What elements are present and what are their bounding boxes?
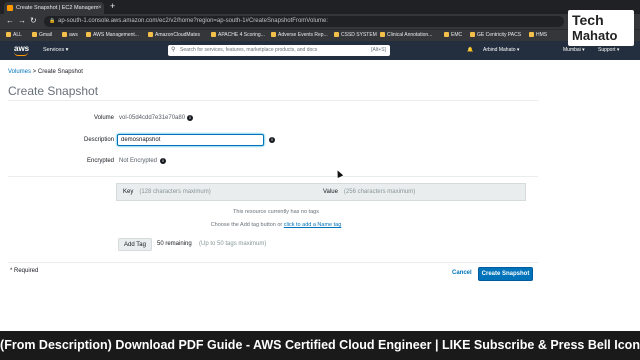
add-tag-hint: Choose the Add tag button or click to ad… bbox=[210, 222, 342, 228]
bookmark-item[interactable]: Gmail bbox=[32, 32, 52, 38]
tags-table-header: Key (128 characters maximum) Value (256 ch… bbox=[116, 183, 526, 201]
search-shortcut: [Alt+S] bbox=[371, 47, 386, 53]
bookmark-icon bbox=[380, 32, 385, 38]
user-menu[interactable]: Arbind Mahato ▾ bbox=[483, 47, 519, 53]
lock-icon: 🔒 bbox=[49, 18, 56, 24]
forward-icon[interactable]: → bbox=[18, 16, 26, 25]
bookmark-item[interactable]: Clinical Annotation... bbox=[380, 32, 432, 38]
bookmark-item[interactable]: AWS Management... bbox=[86, 32, 139, 38]
close-tab-icon[interactable]: × bbox=[98, 2, 102, 14]
breadcrumb-separator: > bbox=[31, 69, 38, 75]
breadcrumb-current: Create Snapshot bbox=[37, 69, 83, 75]
add-name-tag-link[interactable]: click to add a Name tag bbox=[284, 222, 341, 228]
folder-icon bbox=[148, 32, 153, 38]
breadcrumb-volumes-link[interactable]: Volumes bbox=[8, 69, 31, 75]
bookmark-item[interactable]: GE Centricity PACS bbox=[470, 32, 521, 38]
breadcrumb: Volumes > Create Snapshot bbox=[8, 69, 83, 75]
bookmark-item[interactable]: Adverse Events Rep... bbox=[271, 32, 328, 38]
divider bbox=[8, 176, 538, 177]
aws-top-nav: aws Services ▾ ⚲ Search for services, fe… bbox=[0, 41, 640, 60]
bookmark-icon bbox=[470, 32, 475, 38]
encrypted-info-icon[interactable]: i bbox=[160, 158, 166, 164]
promo-banner: (From Description) Download PDF Guide - … bbox=[0, 331, 640, 360]
bookmark-item[interactable]: CSSD SYSTEM bbox=[334, 32, 377, 38]
add-tag-button[interactable]: Add Tag bbox=[118, 238, 152, 251]
volume-value: vol-05d4cdd7e31e70a80 bbox=[119, 115, 186, 121]
browser-tab-bar: Create Snapshot | EC2 Managem × + bbox=[0, 0, 640, 14]
reload-icon[interactable]: ↻ bbox=[30, 16, 37, 25]
cancel-button[interactable]: Cancel bbox=[452, 270, 472, 276]
tags-limit: (Up to 50 tags maximum) bbox=[199, 241, 267, 247]
region-menu[interactable]: Mumbai ▾ bbox=[563, 47, 585, 53]
gmail-icon bbox=[32, 32, 37, 38]
volume-label: Volume bbox=[93, 115, 114, 121]
bookmark-item[interactable]: EMC bbox=[444, 32, 462, 38]
description-input[interactable] bbox=[117, 134, 264, 146]
bookmark-icon bbox=[529, 32, 534, 38]
back-icon[interactable]: ← bbox=[6, 16, 14, 25]
tag-value-header: Value (256 characters maximum) bbox=[323, 189, 416, 195]
bookmark-icon bbox=[334, 32, 339, 38]
volume-info-icon[interactable]: i bbox=[187, 115, 193, 121]
create-snapshot-button[interactable]: Create Snapshot bbox=[478, 267, 533, 281]
required-note: * Required bbox=[10, 268, 39, 274]
search-icon: ⚲ bbox=[171, 47, 176, 53]
bookmark-item[interactable]: aws bbox=[62, 32, 78, 38]
tag-key-header: Key (128 characters maximum) bbox=[123, 189, 211, 195]
support-menu[interactable]: Support ▾ bbox=[598, 47, 619, 53]
tab-title: Create Snapshot | EC2 Managem bbox=[16, 5, 99, 11]
search-placeholder: Search for services, features, marketpla… bbox=[180, 47, 318, 53]
bookmark-icon bbox=[6, 32, 11, 38]
aws-smile-icon bbox=[14, 52, 28, 56]
bookmark-item[interactable]: HMS bbox=[529, 32, 547, 38]
notifications-icon[interactable]: 🔔 bbox=[467, 47, 473, 53]
bookmark-icon bbox=[211, 32, 216, 38]
encrypted-value: Not Encrypted bbox=[119, 158, 158, 164]
description-label: Description bbox=[83, 137, 114, 143]
bookmark-icon bbox=[444, 32, 449, 38]
bookmark-item[interactable]: APACHE 4 Scoring... bbox=[211, 32, 265, 38]
page-title: Create Snapshot bbox=[8, 84, 99, 98]
aws-icon bbox=[86, 32, 91, 38]
divider bbox=[8, 262, 538, 263]
tags-remaining: 50 remaining bbox=[157, 241, 192, 247]
aws-favicon-icon bbox=[7, 5, 13, 11]
url-text: ap-south-1.console.aws.amazon.com/ec2/v2… bbox=[58, 18, 328, 24]
services-menu[interactable]: Services ▾ bbox=[43, 47, 68, 53]
no-tags-message: This resource currently has no tags bbox=[233, 209, 319, 215]
bookmark-item[interactable]: ALL bbox=[6, 32, 22, 38]
logo-line2: Mahato bbox=[572, 28, 618, 43]
new-tab-icon[interactable]: + bbox=[110, 1, 115, 11]
logo-line1: Tech bbox=[572, 12, 604, 28]
aws-icon bbox=[62, 32, 67, 38]
divider bbox=[8, 100, 538, 101]
channel-logo: Tech Mahato bbox=[568, 10, 634, 46]
bookmark-item[interactable]: AmazonCloudMates bbox=[148, 32, 200, 38]
aws-search-input[interactable]: ⚲ Search for services, features, marketp… bbox=[168, 45, 390, 56]
browser-tab[interactable]: Create Snapshot | EC2 Managem × bbox=[4, 2, 104, 14]
encrypted-label: Encrypted bbox=[86, 158, 114, 164]
url-field[interactable]: 🔒 ap-south-1.console.aws.amazon.com/ec2/… bbox=[44, 16, 564, 27]
address-bar-row: ← → ↻ 🔒 ap-south-1.console.aws.amazon.co… bbox=[0, 14, 640, 29]
description-info-icon[interactable]: i bbox=[269, 137, 275, 143]
bookmark-icon bbox=[271, 32, 276, 38]
